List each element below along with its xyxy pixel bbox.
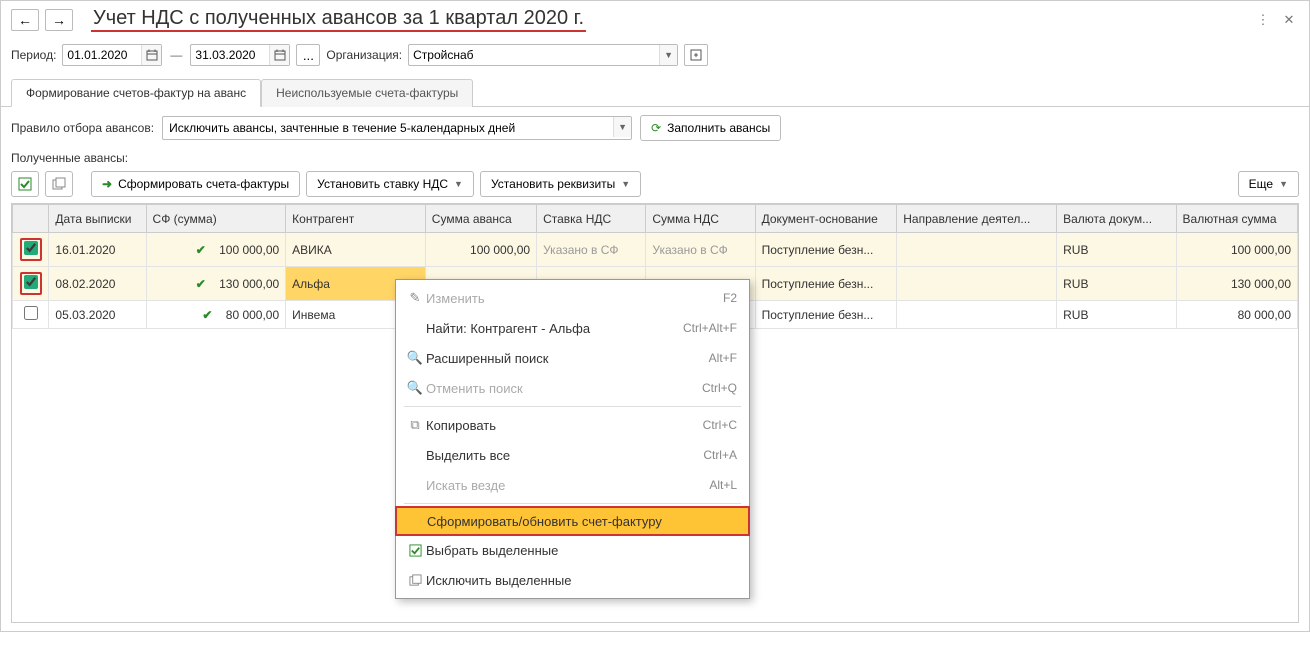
section-label: Полученные авансы: [11,151,1299,165]
org-open-button[interactable] [684,44,708,66]
table-header: Дата выписки СФ (сумма) Контрагент Сумма… [13,205,1298,233]
tab-form-sf[interactable]: Формирование счетов-фактур на аванс [11,79,261,107]
calendar-icon[interactable] [269,45,289,65]
row-checkbox[interactable] [24,306,38,320]
arrow-right-icon: ➜ [102,177,112,191]
chevron-down-icon: ▼ [454,179,463,189]
page-title: Учет НДС с полученных авансов за 1 кварт… [91,7,586,32]
cm-search-all: Искать везде Alt+L [396,470,749,500]
cm-find[interactable]: Найти: Контрагент - Альфа Ctrl+Alt+F [396,313,749,343]
dropdown-icon[interactable]: ▼ [659,45,677,65]
form-sf-button[interactable]: ➜ Сформировать счета-фактуры [91,171,300,197]
calendar-icon[interactable] [141,45,161,65]
search-cancel-icon: 🔍 [404,380,426,396]
cm-copy[interactable]: ⧉ Копировать Ctrl+C [396,410,749,440]
back-button[interactable]: ← [11,9,39,31]
rule-input[interactable] [162,116,632,140]
cm-cancel-search: 🔍 Отменить поиск Ctrl+Q [396,373,749,403]
search-icon: 🔍 [404,350,426,366]
pencil-icon: ✎ [404,290,426,306]
set-requisites-button[interactable]: Установить реквизиты ▼ [480,171,641,197]
cm-adv-search[interactable]: 🔍 Расширенный поиск Alt+F [396,343,749,373]
deselect-all-button[interactable] [45,171,73,197]
select-all-button[interactable] [11,171,39,197]
cm-form-update-sf[interactable]: Сформировать/обновить счет-фактуру [395,506,750,536]
uncheck-icon [404,574,426,587]
row-checkbox[interactable] [24,275,38,289]
dropdown-icon[interactable]: ▼ [613,117,631,137]
set-rate-button[interactable]: Установить ставку НДС ▼ [306,171,474,197]
chevron-down-icon: ▼ [621,179,630,189]
forward-button[interactable]: → [45,9,73,31]
row-checkbox[interactable] [24,241,38,255]
col-sum[interactable]: Сумма аванса [425,205,536,233]
cm-select-all[interactable]: Выделить все Ctrl+A [396,440,749,470]
close-icon[interactable]: ✕ [1279,10,1299,30]
col-vat[interactable]: Сумма НДС [646,205,755,233]
col-csum[interactable]: Валютная сумма [1176,205,1297,233]
refresh-icon: ⟳ [651,121,661,135]
context-menu: ✎ Изменить F2 Найти: Контрагент - Альфа … [395,279,750,599]
col-sf-sum[interactable]: СФ (сумма) [146,205,286,233]
more-button[interactable]: Еще ▼ [1238,171,1299,197]
cm-pick-selected[interactable]: Выбрать выделенные [396,535,749,565]
period-picker-button[interactable]: ... [296,44,320,66]
fill-advances-button[interactable]: ⟳ Заполнить авансы [640,115,781,141]
chevron-down-icon: ▼ [1279,179,1288,189]
col-agent[interactable]: Контрагент [286,205,426,233]
more-menu-icon[interactable]: ⋮ [1253,10,1273,30]
cm-edit: ✎ Изменить F2 [396,283,749,313]
col-date[interactable]: Дата выписки [49,205,146,233]
copy-icon: ⧉ [404,417,426,433]
period-label: Период: [11,48,56,62]
col-doc[interactable]: Документ-основание [755,205,897,233]
tab-unused-sf[interactable]: Неиспользуемые счета-фактуры [261,79,473,107]
date-separator: — [170,48,182,62]
table-row[interactable]: 16.01.2020✔ 100 000,00АВИКА100 000,00Ука… [13,233,1298,267]
check-icon [404,544,426,557]
rule-label: Правило отбора авансов: [11,121,154,135]
col-dir[interactable]: Направление деятел... [897,205,1057,233]
org-input[interactable] [408,44,678,66]
org-label: Организация: [326,48,402,62]
col-cur[interactable]: Валюта докум... [1057,205,1176,233]
cm-excl-selected[interactable]: Исключить выделенные [396,565,749,595]
col-rate[interactable]: Ставка НДС [537,205,646,233]
